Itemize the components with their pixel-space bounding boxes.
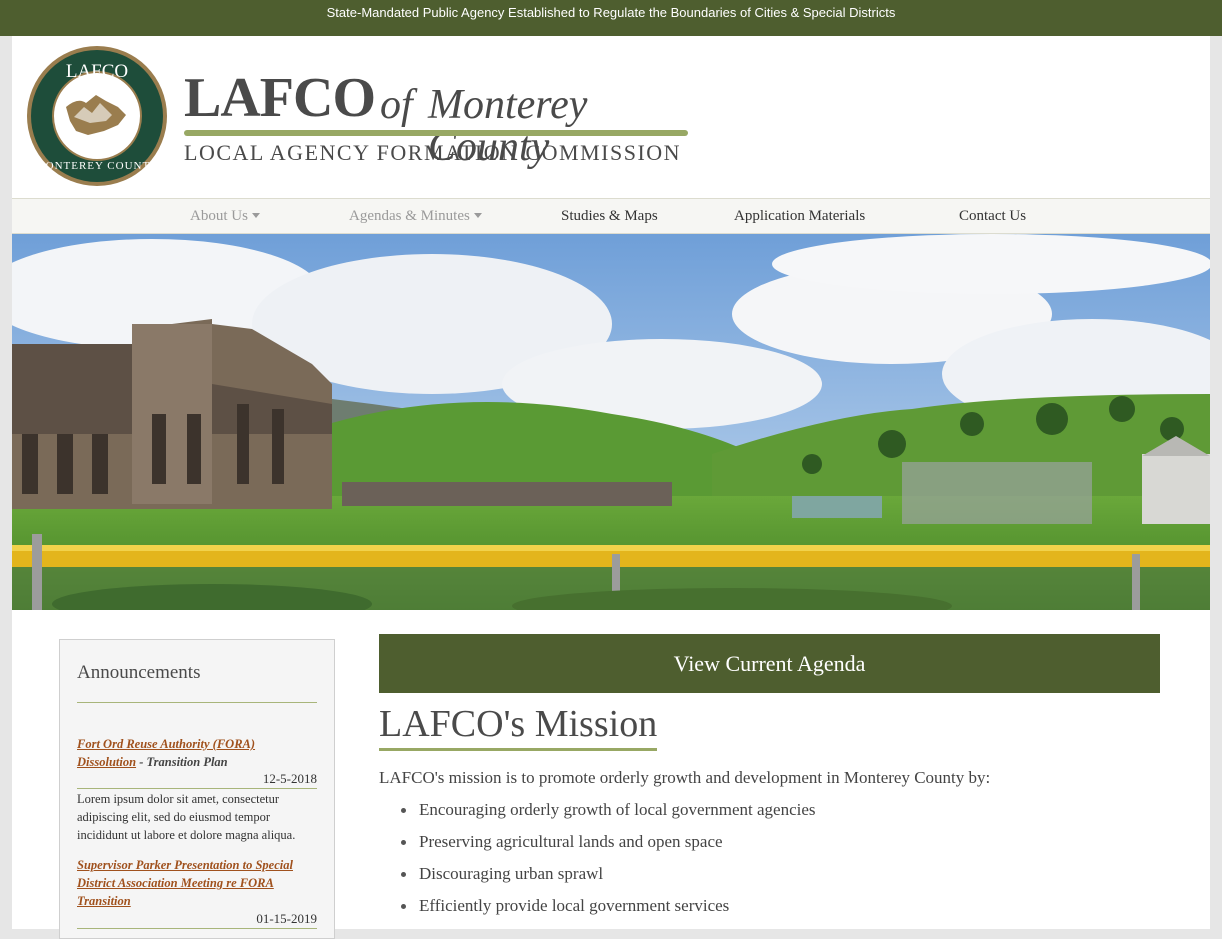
announcements-divider xyxy=(77,702,317,703)
announcement-date: 12-5-2018 xyxy=(262,771,317,786)
mission-list-item: Preserving agricultural lands and open s… xyxy=(379,830,816,862)
bullet-icon xyxy=(401,904,406,909)
nav-item-label: Application Materials xyxy=(734,208,866,224)
lafco-seal-logo[interactable]: LAFCO MONTEREY COUNTY xyxy=(26,45,168,187)
announcement-item: Supervisor Parker Presentation to Specia… xyxy=(77,856,317,910)
view-current-agenda-button[interactable]: View Current Agenda xyxy=(379,634,1160,693)
announcement-date: 01-15-2019 xyxy=(256,911,317,926)
nav-item-contact-us[interactable]: Contact Us xyxy=(959,199,1026,233)
mission-list-item: Discouraging urban sprawl xyxy=(379,862,816,894)
top-banner: State-Mandated Public Agency Established… xyxy=(0,0,1222,36)
wordmark-lafco: LAFCO xyxy=(184,67,376,129)
mission-list-item: Efficiently provide local government ser… xyxy=(379,894,816,926)
nav-item-application-materials[interactable]: Application Materials xyxy=(734,199,865,233)
announcement-divider xyxy=(77,788,317,789)
mission-point-text: Efficiently provide local government ser… xyxy=(419,896,730,915)
announcement-body: Lorem ipsum dolor sit amet, consectetur … xyxy=(77,792,296,842)
announcement-item: Fort Ord Reuse Authority (FORA) Dissolut… xyxy=(77,735,317,771)
bullet-icon xyxy=(401,840,406,845)
nav-item-label: Contact Us xyxy=(959,208,1027,224)
page-container: LAFCO MONTEREY COUNTY LAFCO of Monterey … xyxy=(12,36,1210,939)
bullet-icon xyxy=(401,808,406,813)
wordmark-divider xyxy=(184,130,688,136)
main-nav: About Us Agendas & Minutes Studies & Map… xyxy=(12,198,1210,234)
mission-list: Encouraging orderly growth of local gove… xyxy=(379,798,816,926)
mission-point-text: Encouraging orderly growth of local gove… xyxy=(419,800,816,819)
nav-item-label: About Us xyxy=(190,208,248,224)
nav-item-label: Studies & Maps xyxy=(561,208,658,224)
announcement-link[interactable]: Supervisor Parker Presentation to Specia… xyxy=(77,858,293,908)
announcements-title: Announcements xyxy=(77,662,201,683)
mission-title: LAFCO's Mission xyxy=(379,703,658,745)
bullet-icon xyxy=(401,872,406,877)
nav-item-label: Agendas & Minutes xyxy=(349,208,470,224)
chevron-down-icon xyxy=(473,213,482,218)
mission-point-text: Preserving agricultural lands and open s… xyxy=(419,832,723,851)
mission-list-item: Encouraging orderly growth of local gove… xyxy=(379,798,816,830)
announcements-panel: Announcements Fort Ord Reuse Authority (… xyxy=(59,639,335,939)
seal-bottom-text: MONTEREY COUNTY xyxy=(35,160,159,172)
nav-item-studies-maps[interactable]: Studies & Maps xyxy=(561,199,658,233)
nav-item-agendas-minutes[interactable]: Agendas & Minutes xyxy=(349,199,482,233)
chevron-down-icon xyxy=(251,213,260,218)
nav-item-about-us[interactable]: About Us xyxy=(190,199,260,233)
top-banner-text: State-Mandated Public Agency Established… xyxy=(326,5,896,20)
mission-title-underline xyxy=(379,748,657,751)
announcement-suffix: - Transition Plan xyxy=(136,755,228,769)
site-wordmark[interactable]: LAFCO of Monterey County LOCAL AGENCY FO… xyxy=(184,67,704,168)
hero-image xyxy=(12,234,1210,610)
mission-intro: LAFCO's mission is to promote orderly gr… xyxy=(379,768,991,787)
wordmark-subtitle: LOCAL AGENCY FORMATION COMMISSION xyxy=(184,140,682,165)
site-header: LAFCO MONTEREY COUNTY LAFCO of Monterey … xyxy=(12,36,1210,198)
mission-point-text: Discouraging urban sprawl xyxy=(419,864,604,883)
seal-top-text: LAFCO xyxy=(66,61,128,82)
wordmark-of: of xyxy=(380,82,413,128)
